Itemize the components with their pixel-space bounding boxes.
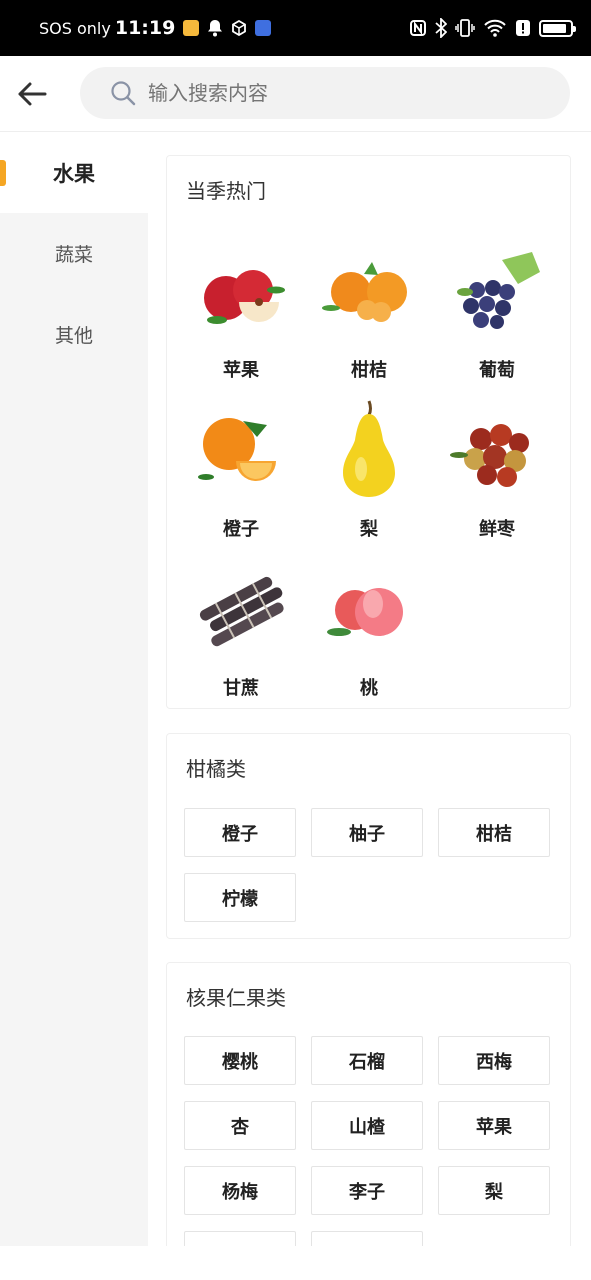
carrier-text: SOS only	[39, 18, 111, 38]
section-hot: 当季热门 苹果 柑桔 葡萄 橙子 梨 鲜枣 甘蔗 桃	[166, 155, 571, 709]
section-title: 当季热门	[186, 179, 266, 203]
fruit-item-jujube[interactable]: 鲜枣	[433, 399, 561, 558]
fruit-label: 甘蔗	[223, 678, 259, 699]
section-title: 柑橘类	[186, 757, 246, 781]
sidebar-item-vegetables[interactable]: 蔬菜	[0, 213, 148, 294]
chip-partial-1[interactable]	[184, 1231, 296, 1246]
chip-cherry[interactable]: 樱桃	[184, 1036, 296, 1085]
battery-icon	[539, 19, 576, 37]
app-notification-icon	[183, 20, 200, 36]
alert-icon	[516, 20, 530, 36]
chip-apricot[interactable]: 杏	[184, 1101, 296, 1150]
sidebar-item-fruit[interactable]: 水果	[0, 132, 148, 213]
vibrate-icon	[455, 19, 475, 37]
chip-hawthorn[interactable]: 山楂	[311, 1101, 423, 1150]
fruit-item-sugarcane[interactable]: 甘蔗	[177, 558, 305, 717]
wifi-icon	[484, 19, 506, 37]
chip-prune[interactable]: 西梅	[438, 1036, 550, 1085]
fruit-item-grape[interactable]: 葡萄	[433, 240, 561, 399]
fruit-item-apple[interactable]: 苹果	[177, 240, 305, 399]
grape-image	[457, 252, 540, 329]
fruit-label: 柑桔	[351, 360, 387, 381]
status-bar: SOS only 11:19	[0, 0, 591, 56]
sugarcane-image	[199, 576, 284, 647]
section-title: 核果仁果类	[186, 986, 286, 1010]
chip-tangerine[interactable]: 柑桔	[438, 808, 550, 857]
chip-apple[interactable]: 苹果	[438, 1101, 550, 1150]
fruit-item-peach[interactable]: 桃	[305, 558, 433, 717]
bird-app-icon	[255, 20, 272, 36]
fruit-label: 葡萄	[479, 360, 515, 381]
nfc-icon	[410, 20, 426, 36]
fruit-item-tangerine[interactable]: 柑桔	[305, 240, 433, 399]
chip-pomegranate[interactable]: 石榴	[311, 1036, 423, 1085]
orange-image	[198, 418, 276, 481]
bottom-edge	[0, 1246, 591, 1280]
section-stone-fruit: 核果仁果类 樱桃 石榴 西梅 杏 山楂 苹果 杨梅 李子 梨	[166, 962, 571, 1246]
pear-image	[343, 400, 395, 497]
bell-icon	[208, 20, 223, 37]
bluetooth-icon	[435, 18, 447, 38]
sidebar-item-label: 其他	[54, 325, 93, 347]
fruit-label: 苹果	[223, 360, 259, 381]
fruit-item-pear[interactable]: 梨	[305, 399, 433, 558]
chip-pear[interactable]: 梨	[438, 1166, 550, 1215]
main-content: 当季热门 苹果 柑桔 葡萄 橙子 梨 鲜枣 甘蔗 桃 柑橘类 橙子 柚子 柑桔 …	[148, 132, 591, 1246]
chip-lemon[interactable]: 柠檬	[184, 873, 296, 922]
fruit-label: 鲜枣	[479, 519, 515, 540]
fruit-label: 梨	[360, 519, 378, 540]
top-bar	[0, 56, 591, 132]
fruit-label: 橙子	[223, 519, 259, 540]
search-bar[interactable]	[80, 67, 570, 119]
search-icon	[111, 81, 136, 106]
chip-orange[interactable]: 橙子	[184, 808, 296, 857]
chip-partial-2[interactable]	[311, 1231, 423, 1246]
back-button[interactable]	[14, 76, 50, 112]
box-icon	[232, 20, 247, 36]
clock-time: 11:19	[114, 17, 176, 39]
chip-bayberry[interactable]: 杨梅	[184, 1166, 296, 1215]
sidebar-item-label: 水果	[53, 161, 95, 186]
search-input[interactable]	[148, 81, 528, 105]
sidebar-item-other[interactable]: 其他	[0, 294, 148, 375]
chip-pomelo[interactable]: 柚子	[311, 808, 423, 857]
chip-plum[interactable]: 李子	[311, 1166, 423, 1215]
category-sidebar: 水果 蔬菜 其他	[0, 132, 148, 1246]
peach-image	[327, 588, 403, 636]
sidebar-item-label: 蔬菜	[54, 244, 93, 266]
arrow-left-icon	[18, 82, 47, 106]
tangerine-image	[322, 262, 407, 322]
apple-image	[204, 270, 285, 324]
section-citrus: 柑橘类 橙子 柚子 柑桔 柠檬	[166, 733, 571, 939]
fruit-item-orange[interactable]: 橙子	[177, 399, 305, 558]
fruit-label: 桃	[360, 678, 378, 699]
jujube-image	[450, 424, 529, 487]
